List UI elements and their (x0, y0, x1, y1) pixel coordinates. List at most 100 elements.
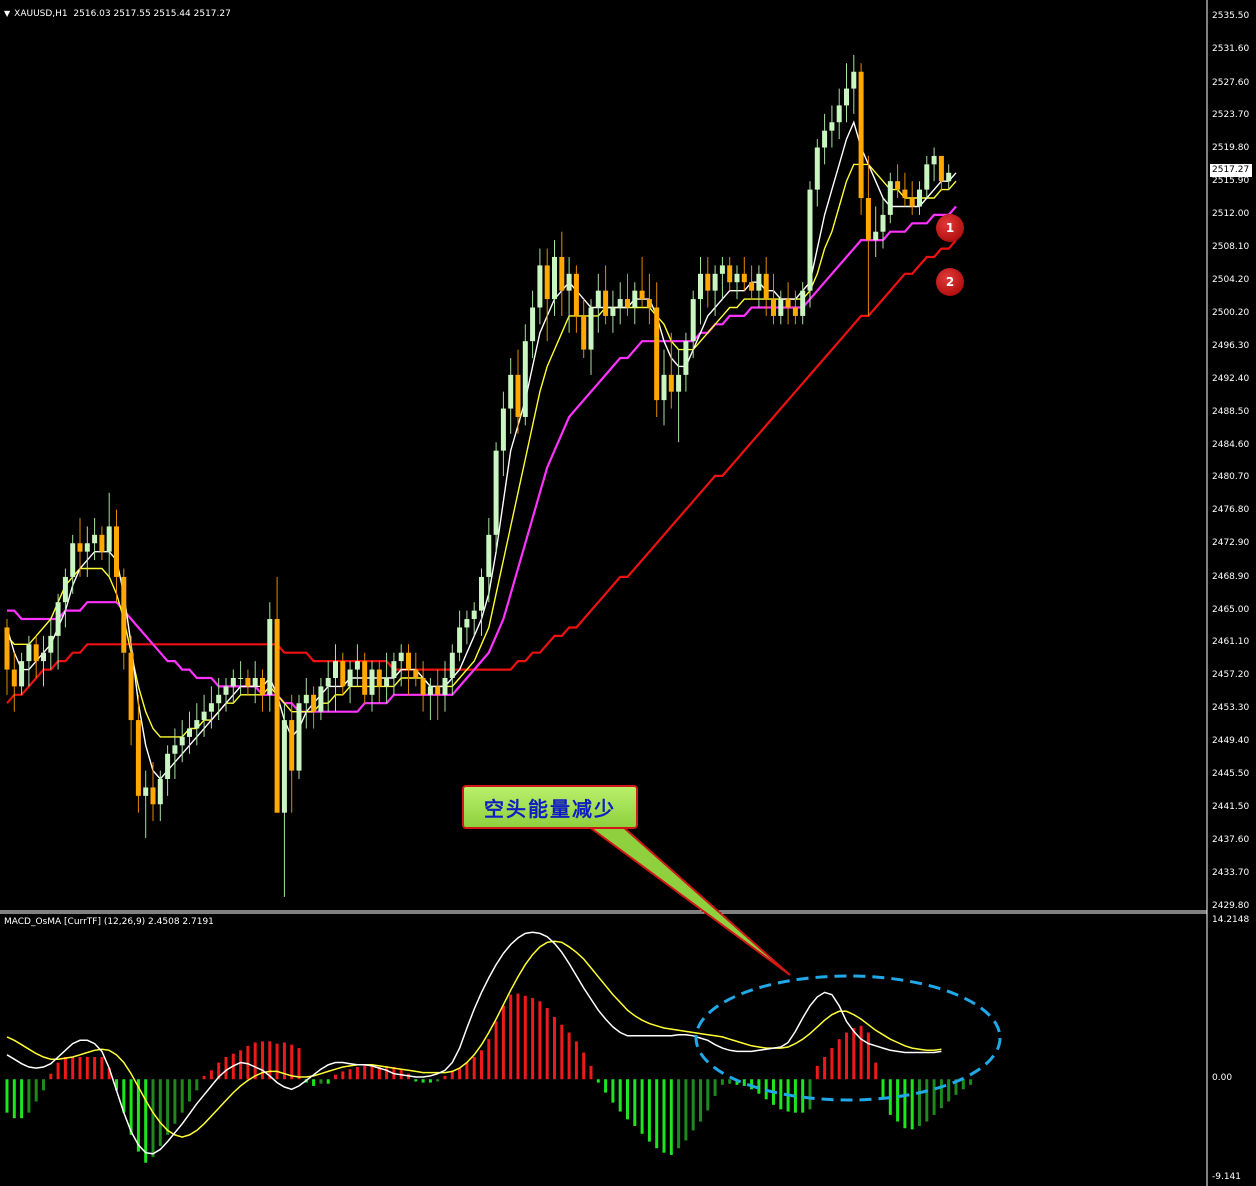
price-tick: 2519.80 (1212, 143, 1250, 154)
histogram-bar (582, 1052, 586, 1080)
histogram-bar (85, 1056, 89, 1080)
candle-body (4, 627, 10, 670)
candle-body (157, 779, 163, 805)
candle-body (398, 652, 404, 662)
candle-body (537, 265, 543, 308)
candle (778, 290, 784, 325)
histogram-bar (720, 1079, 724, 1085)
candle-body (318, 686, 324, 712)
collapse-arrow-icon[interactable]: ▼ (4, 9, 10, 18)
price-tick: 2504.20 (1212, 274, 1250, 285)
histogram-bar (713, 1079, 717, 1096)
histogram-bar (472, 1056, 476, 1080)
histogram-bar (443, 1075, 447, 1080)
candle (887, 172, 893, 224)
price-tick: 2429.80 (1212, 901, 1250, 911)
candle-body (522, 341, 528, 417)
candle (734, 265, 740, 300)
candle (260, 669, 265, 712)
ma-mid-line (6, 163, 957, 738)
candle (924, 155, 930, 199)
candle-body (172, 745, 178, 754)
histogram-bar (655, 1079, 659, 1149)
candle-body (500, 408, 506, 451)
candle (705, 256, 711, 308)
candle (573, 265, 579, 333)
candle-body (654, 307, 660, 401)
price-tick: 2531.60 (1212, 43, 1250, 54)
candle (749, 265, 755, 300)
histogram-bar (969, 1079, 973, 1085)
ohlc-values: 2516.03 2517.55 2515.44 2517.27 (73, 9, 231, 19)
candle-body (566, 273, 572, 291)
candle (603, 265, 609, 325)
histogram-bar (699, 1079, 702, 1122)
histogram-bar (742, 1079, 746, 1086)
histogram-bar (71, 1056, 75, 1080)
candle-body (741, 273, 747, 283)
candle (610, 290, 616, 333)
histogram-bar (268, 1041, 272, 1080)
candle-body (230, 677, 236, 687)
histogram-bar (918, 1079, 921, 1126)
candle-body (325, 677, 331, 687)
candle-body (289, 720, 295, 771)
candle-body (121, 576, 127, 653)
candle-body (880, 214, 886, 232)
histogram-bar (523, 995, 527, 1080)
histogram-bar (34, 1079, 38, 1102)
price-tick: 2476.80 (1212, 505, 1250, 516)
candle-body (836, 105, 842, 123)
candle-body (143, 787, 149, 796)
candle (4, 619, 10, 695)
price-tick: 2449.40 (1212, 735, 1250, 746)
candle-body (106, 526, 112, 552)
candle-body (296, 703, 302, 771)
candle (756, 265, 762, 308)
histogram-bar (677, 1079, 681, 1149)
candle-body (544, 265, 550, 300)
candle-body (391, 661, 397, 678)
histogram-bar (728, 1079, 732, 1084)
candle (712, 265, 718, 316)
candle (829, 105, 835, 148)
candle (318, 677, 324, 721)
ma-fast-line (6, 120, 957, 781)
candle (391, 652, 397, 695)
candle (157, 770, 163, 822)
candle (70, 534, 76, 594)
candle (479, 568, 484, 636)
candle-body (420, 677, 426, 695)
histogram-bar (63, 1056, 67, 1080)
candle-body (807, 189, 813, 291)
candle-body (800, 290, 806, 316)
histogram-bar (691, 1079, 695, 1131)
histogram-bar (12, 1079, 16, 1119)
histogram-bar (896, 1079, 900, 1122)
candle-body (150, 787, 156, 805)
candle (500, 391, 506, 476)
histogram-bar (808, 1079, 812, 1110)
histogram-bar (480, 1050, 483, 1080)
histogram-bar (779, 1079, 783, 1110)
candle (376, 661, 382, 704)
candle (143, 770, 149, 838)
histogram-bar (939, 1079, 943, 1109)
histogram-bar (669, 1079, 673, 1155)
candle-body (362, 661, 368, 695)
candle-body (84, 543, 90, 552)
candle-body (668, 374, 674, 392)
callout-annotation (584, 825, 1002, 1102)
candle-body (179, 736, 185, 746)
candle (946, 164, 952, 190)
candle (646, 273, 652, 325)
candle (245, 669, 251, 695)
candle (172, 728, 178, 780)
candle-body (486, 534, 492, 577)
candle-body (588, 307, 594, 350)
histogram-bar (239, 1050, 243, 1080)
price-tick: 2480.70 (1212, 472, 1250, 483)
histogram-bar (209, 1070, 213, 1080)
candle-body (427, 686, 433, 695)
histogram-bar (866, 1032, 870, 1080)
